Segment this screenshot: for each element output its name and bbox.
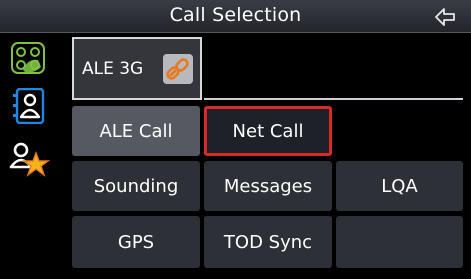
- lqa-button[interactable]: LQA: [336, 161, 463, 211]
- link-icon: [163, 54, 193, 84]
- net-call-button[interactable]: Net Call: [204, 106, 332, 156]
- back-arrow-icon[interactable]: [433, 6, 457, 28]
- tod-sync-label: TOD Sync: [223, 231, 313, 253]
- sounding-label: Sounding: [93, 175, 179, 197]
- radio-selector[interactable]: ALE 3G: [72, 37, 202, 100]
- tod-sync-button[interactable]: TOD Sync: [204, 216, 332, 268]
- lqa-label: LQA: [381, 175, 418, 197]
- ale-call-button[interactable]: ALE Call: [72, 106, 200, 156]
- sounding-button[interactable]: Sounding: [72, 161, 200, 211]
- ale-call-label: ALE Call: [99, 120, 173, 142]
- messages-label: Messages: [223, 175, 313, 197]
- network-hand-icon[interactable]: [8, 40, 50, 76]
- page-title: Call Selection: [169, 4, 302, 26]
- sidebar: [0, 33, 66, 279]
- title-bar: Call Selection: [0, 0, 471, 33]
- radio-name: ALE 3G: [82, 59, 144, 79]
- gps-label: GPS: [117, 231, 155, 253]
- divider: [204, 98, 463, 100]
- net-call-label: Net Call: [232, 120, 304, 142]
- messages-button[interactable]: Messages: [204, 161, 332, 211]
- contact-card-icon[interactable]: [8, 88, 50, 124]
- gps-button[interactable]: GPS: [72, 216, 200, 268]
- favorite-contact-icon[interactable]: [8, 141, 50, 177]
- empty-tile: [336, 216, 463, 268]
